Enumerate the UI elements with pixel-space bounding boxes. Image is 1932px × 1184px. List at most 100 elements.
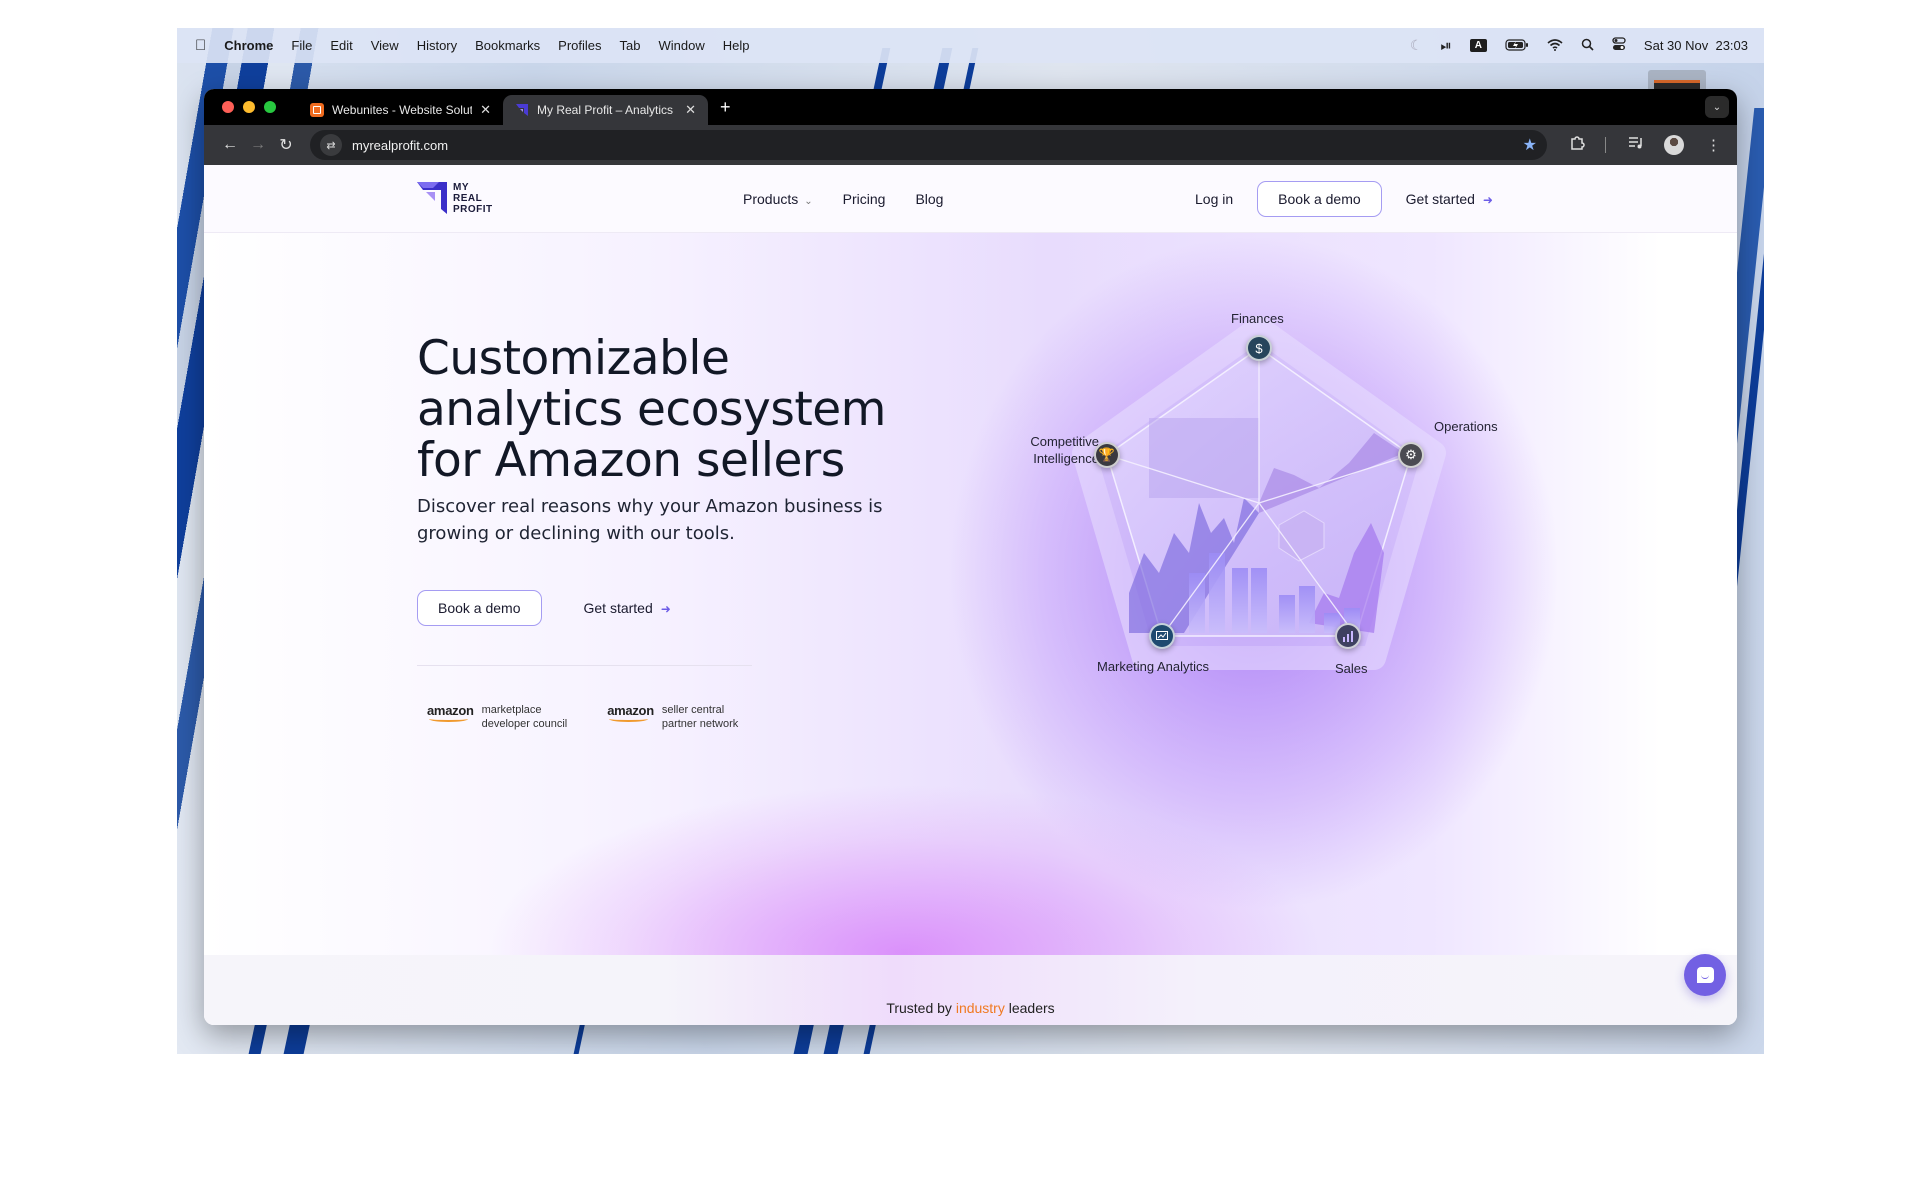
partner-line2: developer council (481, 718, 568, 730)
ecosystem-pentagon (1072, 316, 1446, 670)
nav-products[interactable]: Products ⌄ (743, 191, 813, 207)
desktop: .08  Chrome File Edit View History Book… (177, 28, 1764, 1054)
header-get-started-link[interactable]: Get started ➜ (1406, 191, 1493, 207)
window-controls (222, 101, 276, 113)
logo-mark-icon (417, 182, 447, 214)
partner-badge-mdc: amazon marketplace developer council (427, 703, 567, 731)
operations-gear-icon[interactable]: ⚙ (1398, 442, 1424, 468)
header-get-started-label: Get started (1405, 191, 1475, 207)
label-line: Intelligence (1033, 451, 1099, 466)
trusted-post: leaders (1004, 1000, 1055, 1016)
tab-myrealprofit[interactable]: My Real Profit – Analytics Ecosystem ✕ (503, 95, 708, 125)
partner-line1: marketplace (481, 704, 542, 716)
extensions-puzzle-icon[interactable] (1569, 135, 1585, 155)
tab-search-chevron-icon[interactable]: ⌄ (1705, 96, 1729, 118)
label-operations: Operations (1434, 419, 1498, 434)
control-center-icon[interactable] (1612, 37, 1626, 54)
menu-app-name[interactable]: Chrome (224, 38, 273, 53)
menu-history[interactable]: History (417, 38, 457, 53)
trusted-accent: industry (955, 1000, 1005, 1016)
menu-help[interactable]: Help (723, 38, 750, 53)
hero-get-started-label: Get started (583, 600, 653, 616)
header-book-demo-button[interactable]: Book a demo (1257, 181, 1382, 217)
wifi-icon[interactable] (1547, 38, 1563, 54)
tab-webunites[interactable]: Webunites - Website Solutions ✕ (298, 95, 503, 125)
zoom-window-button[interactable] (264, 101, 276, 113)
hero-get-started-link[interactable]: Get started ➜ (584, 600, 671, 616)
reload-icon[interactable]: ↻ (272, 135, 300, 155)
moon-icon[interactable]: ☾ (1410, 37, 1423, 54)
ecosystem-diagram: Finances $ Operations ⚙ Competitive Intel… (979, 303, 1549, 753)
close-tab-icon[interactable]: ✕ (685, 102, 696, 118)
spotlight-search-icon[interactable] (1581, 38, 1594, 54)
trusted-pre: Trusted by (886, 1000, 956, 1016)
close-tab-icon[interactable]: ✕ (480, 102, 491, 118)
menu-tab[interactable]: Tab (620, 38, 641, 53)
toolbar-divider (1605, 137, 1606, 153)
macos-menubar:  Chrome File Edit View History Bookmark… (177, 28, 1764, 63)
apple-menu-icon[interactable]:  (195, 37, 206, 54)
header-actions: Log in Book a demo Get started ➜ (1195, 165, 1493, 233)
hero-section: Customizable analytics ecosystem for Ama… (204, 233, 1737, 955)
label-competitive-intelligence: Competitive Intelligence (1019, 433, 1099, 467)
forward-arrow-icon[interactable]: → (244, 136, 272, 154)
webpage: Customizable analytics ecosystem for Ama… (204, 165, 1737, 1025)
input-source-icon[interactable]: A (1469, 39, 1487, 52)
marketing-chart-icon[interactable] (1149, 623, 1175, 649)
arrow-right-icon: ➜ (660, 602, 671, 616)
bookmark-star-icon[interactable]: ★ (1523, 135, 1537, 155)
new-tab-button[interactable]: + (720, 97, 731, 118)
logo-line2: REAL (453, 193, 483, 204)
chevron-down-icon: ⌄ (804, 196, 813, 207)
menubar-clock[interactable]: Sat 30 Nov 23:03 (1644, 38, 1748, 53)
nav-pricing[interactable]: Pricing (843, 191, 886, 207)
webunites-favicon-icon (310, 103, 324, 117)
minimize-window-button[interactable] (243, 101, 255, 113)
logo-line1: MY (453, 182, 469, 193)
competitive-trophy-icon[interactable]: 🏆 (1094, 442, 1120, 468)
partner-badges: amazon marketplace developer council amaz… (427, 703, 738, 731)
tab-title: My Real Profit – Analytics Ecosystem (537, 103, 677, 117)
hero-cta-group: Book a demo Get started ➜ (417, 590, 671, 626)
address-bar[interactable]: ⇄ myrealprofit.com ★ (310, 130, 1547, 160)
menu-window[interactable]: Window (659, 38, 705, 53)
nav-products-label: Products (743, 191, 799, 207)
finances-dollar-icon[interactable]: $ (1246, 335, 1272, 361)
battery-icon[interactable] (1505, 38, 1529, 54)
label-line: Competitive (1030, 434, 1099, 449)
play-circle-icon[interactable]: ⏯ (1440, 37, 1451, 54)
amazon-logo: amazon (607, 703, 654, 722)
browser-toolbar: ← → ↻ ⇄ myrealprofit.com ★ ⋮ (204, 125, 1737, 165)
close-window-button[interactable] (222, 101, 234, 113)
menu-bookmarks[interactable]: Bookmarks (475, 38, 540, 53)
primary-nav: Products ⌄ Pricing Blog (743, 165, 943, 233)
media-queue-icon[interactable] (1628, 136, 1644, 154)
url-text[interactable]: myrealprofit.com (352, 138, 448, 153)
myrealprofit-favicon-icon (515, 103, 529, 117)
sales-bar-chart-icon[interactable] (1335, 623, 1361, 649)
chat-bubble-icon (1696, 967, 1714, 983)
profile-avatar[interactable] (1664, 135, 1684, 155)
arrow-right-icon: ➜ (1482, 193, 1493, 207)
menu-profiles[interactable]: Profiles (558, 38, 601, 53)
partner-line1: seller central (661, 704, 725, 716)
hero-book-demo-button[interactable]: Book a demo (417, 590, 542, 626)
label-finances: Finances (1231, 311, 1284, 326)
menu-file[interactable]: File (291, 38, 312, 53)
site-settings-icon[interactable]: ⇄ (320, 134, 342, 156)
amazon-logo: amazon (427, 703, 474, 722)
menu-edit[interactable]: Edit (330, 38, 352, 53)
site-header: MY REAL PROFIT Products ⌄ Pricing Blog Log … (204, 165, 1737, 233)
partner-badge-spn: amazon seller central partner network (607, 703, 738, 731)
login-link[interactable]: Log in (1195, 191, 1233, 207)
browser-menu-kebab-icon[interactable]: ⋮ (1706, 136, 1721, 154)
logo-line3: PROFIT (453, 204, 493, 215)
nav-blog[interactable]: Blog (915, 191, 943, 207)
site-logo[interactable]: MY REAL PROFIT (417, 182, 493, 215)
tab-title: Webunites - Website Solutions (332, 103, 473, 117)
menu-view[interactable]: View (371, 38, 399, 53)
chat-widget-button[interactable] (1684, 954, 1726, 996)
tab-strip: Webunites - Website Solutions ✕ My Real … (204, 89, 1737, 125)
back-arrow-icon[interactable]: ← (216, 136, 244, 154)
label-sales: Sales (1335, 661, 1368, 676)
